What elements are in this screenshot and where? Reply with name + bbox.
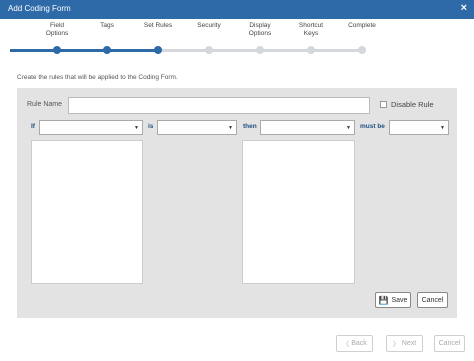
is-value-select[interactable]: ▼ [157,120,237,135]
step-dot [103,46,111,54]
save-button-label: Save [391,296,408,304]
then-values-listbox[interactable] [242,140,355,284]
step-label-line: Field [49,22,65,29]
cancel-rule-button-label: Cancel [421,296,444,304]
step-label-line: Options [248,30,272,37]
caret-down-icon: ▼ [346,125,351,131]
is-label: is [148,123,154,130]
then-label: then [243,123,257,130]
footer-cancel-button[interactable]: Cancel [434,335,465,352]
if-field-select[interactable]: ▼ [39,120,143,135]
footer-cancel-button-label: Cancel [438,340,461,347]
step-label-line: Keys [303,30,319,37]
must-be-select[interactable]: ▼ [389,120,449,135]
wizard-step-complete: Complete [332,22,392,54]
rule-editor-panel: Rule Name Disable Rule If ▼ is ▼ then ▼ … [17,88,457,318]
back-button[interactable]: 〈 Back [336,335,373,352]
instructions-text: Create the rules that will be applied to… [17,74,178,81]
step-dot [205,46,213,54]
step-dot [256,46,264,54]
caret-down-icon: ▼ [440,125,445,131]
wizard-steps: Field Options Tags Set Rules Security Di… [0,22,474,56]
disable-rule-checkbox[interactable] [380,101,387,108]
step-dot [154,46,162,54]
step-dot [307,46,315,54]
close-icon[interactable]: × [461,2,467,14]
step-label-line: Options [45,30,69,37]
save-button[interactable]: 💾 Save [375,292,411,308]
floppy-disk-icon: 💾 [378,295,389,305]
dialog-title: Add Coding Form [8,4,71,13]
next-button-label: Next [401,340,417,347]
step-dot [358,46,366,54]
must-be-label: must be [360,123,385,130]
rule-name-input[interactable] [68,97,370,114]
caret-down-icon: ▼ [228,125,233,131]
cancel-rule-button[interactable]: Cancel [417,292,448,308]
if-label: If [31,123,35,130]
step-label: Complete [348,22,376,29]
rule-name-label: Rule Name [27,101,63,108]
next-button[interactable]: 〉 Next [386,335,423,352]
then-field-select[interactable]: ▼ [260,120,355,135]
disable-rule-label: Disable Rule [391,100,434,109]
chevron-right-icon: 〉 [392,340,402,348]
caret-down-icon: ▼ [134,125,139,131]
step-dot [53,46,61,54]
step-label-line: Display [249,22,271,29]
if-values-listbox[interactable] [31,140,143,284]
dialog-titlebar: Add Coding Form × [0,0,474,19]
step-label-line: Shortcut [298,22,324,29]
chevron-left-icon: 〈 [342,340,352,348]
back-button-label: Back [351,340,367,347]
progress-line-complete [10,49,158,52]
